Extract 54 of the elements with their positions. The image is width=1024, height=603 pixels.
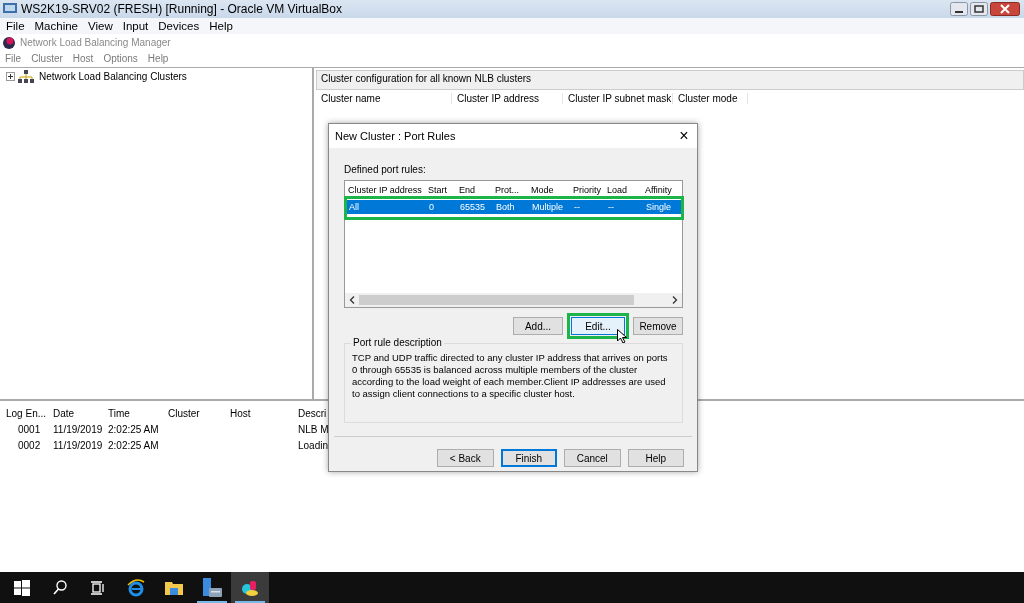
column-header[interactable]: Cluster IP address: [452, 93, 563, 105]
column-header[interactable]: Cluster: [164, 407, 226, 419]
column-header[interactable]: Cluster mode: [673, 93, 748, 105]
column-header[interactable]: Start: [425, 184, 456, 195]
menu-item[interactable]: Help: [207, 19, 241, 32]
tree-item[interactable]: Network Load Balancing Clusters: [37, 71, 189, 83]
menu-item[interactable]: File: [4, 19, 33, 32]
menu-item[interactable]: File: [3, 53, 30, 65]
list-label: Defined port rules:: [344, 164, 427, 175]
column-header[interactable]: Cluster name: [316, 93, 452, 105]
menu-item[interactable]: Help: [145, 53, 177, 65]
column-header[interactable]: Load: [604, 184, 642, 195]
table-cell-text: 2:02:25 AM: [107, 439, 160, 451]
table-cell-text: 11/19/2019: [52, 423, 104, 435]
column-header[interactable]: Host: [226, 407, 294, 419]
dialog-button[interactable]: Add...: [513, 317, 563, 335]
dialog-button[interactable]: Remove: [633, 317, 683, 335]
dialog-button[interactable]: Help: [627, 449, 684, 467]
port-rule-row[interactable]: All 0 65535 Both Multiple -- -- Single: [346, 200, 681, 214]
column-header[interactable]: Cluster IP address: [345, 184, 425, 195]
rule-description: TCP and UDP traffic directed to any cluster IP address that arrives on ports 0 through 65535 is balanced across multiple members of the cluster according to the load weight of each member.Client IP addresses are used to assign client connections to a specific cluster host.: [352, 352, 669, 400]
app-title: Network Load Balancing Manager: [20, 36, 171, 48]
menu-item[interactable]: View: [86, 19, 121, 32]
list-caption: Cluster configuration for all known NLB clusters: [316, 69, 1024, 90]
column-header[interactable]: Descri: [294, 407, 328, 419]
column-header[interactable]: Priority: [570, 184, 604, 195]
column-header[interactable]: Prot...: [492, 184, 528, 195]
menu-item[interactable]: Devices: [156, 19, 208, 32]
column-header[interactable]: Time: [104, 407, 164, 419]
menu-item[interactable]: Machine: [32, 19, 86, 32]
menu-item[interactable]: Input: [120, 19, 157, 32]
table-cell-text: 0002: [17, 439, 42, 451]
table-cell-text: 11/19/2019: [52, 439, 104, 451]
menu-item[interactable]: Host: [70, 53, 102, 65]
window-title: WS2K19-SRV02 (FRESH) [Running] - Oracle VM VirtualBox: [21, 1, 343, 16]
column-header[interactable]: Log En...: [2, 407, 49, 419]
table-cell-text: Loadin: [297, 439, 328, 451]
dialog-button[interactable]: < Back: [437, 449, 494, 467]
column-header[interactable]: Mode: [528, 184, 570, 195]
close-button[interactable]: ×: [677, 127, 691, 145]
menu-item[interactable]: Cluster: [29, 53, 71, 65]
dialog-button[interactable]: Edit...: [571, 317, 625, 335]
group-label: Port rule description: [351, 337, 444, 348]
column-header[interactable]: Affinity: [642, 184, 682, 195]
table-cell-text: 0001: [17, 423, 42, 435]
column-header[interactable]: Cluster IP subnet mask: [563, 93, 673, 105]
menu-item[interactable]: Options: [101, 53, 146, 65]
dialog-button[interactable]: Cancel: [564, 449, 621, 467]
column-header[interactable]: Date: [49, 407, 104, 419]
table-cell-text: 2:02:25 AM: [107, 423, 160, 435]
dialog-title: New Cluster : Port Rules: [335, 130, 456, 142]
dialog-button[interactable]: Finish: [500, 449, 557, 467]
column-header[interactable]: End: [456, 184, 492, 195]
table-cell-text: NLB M: [297, 423, 328, 435]
